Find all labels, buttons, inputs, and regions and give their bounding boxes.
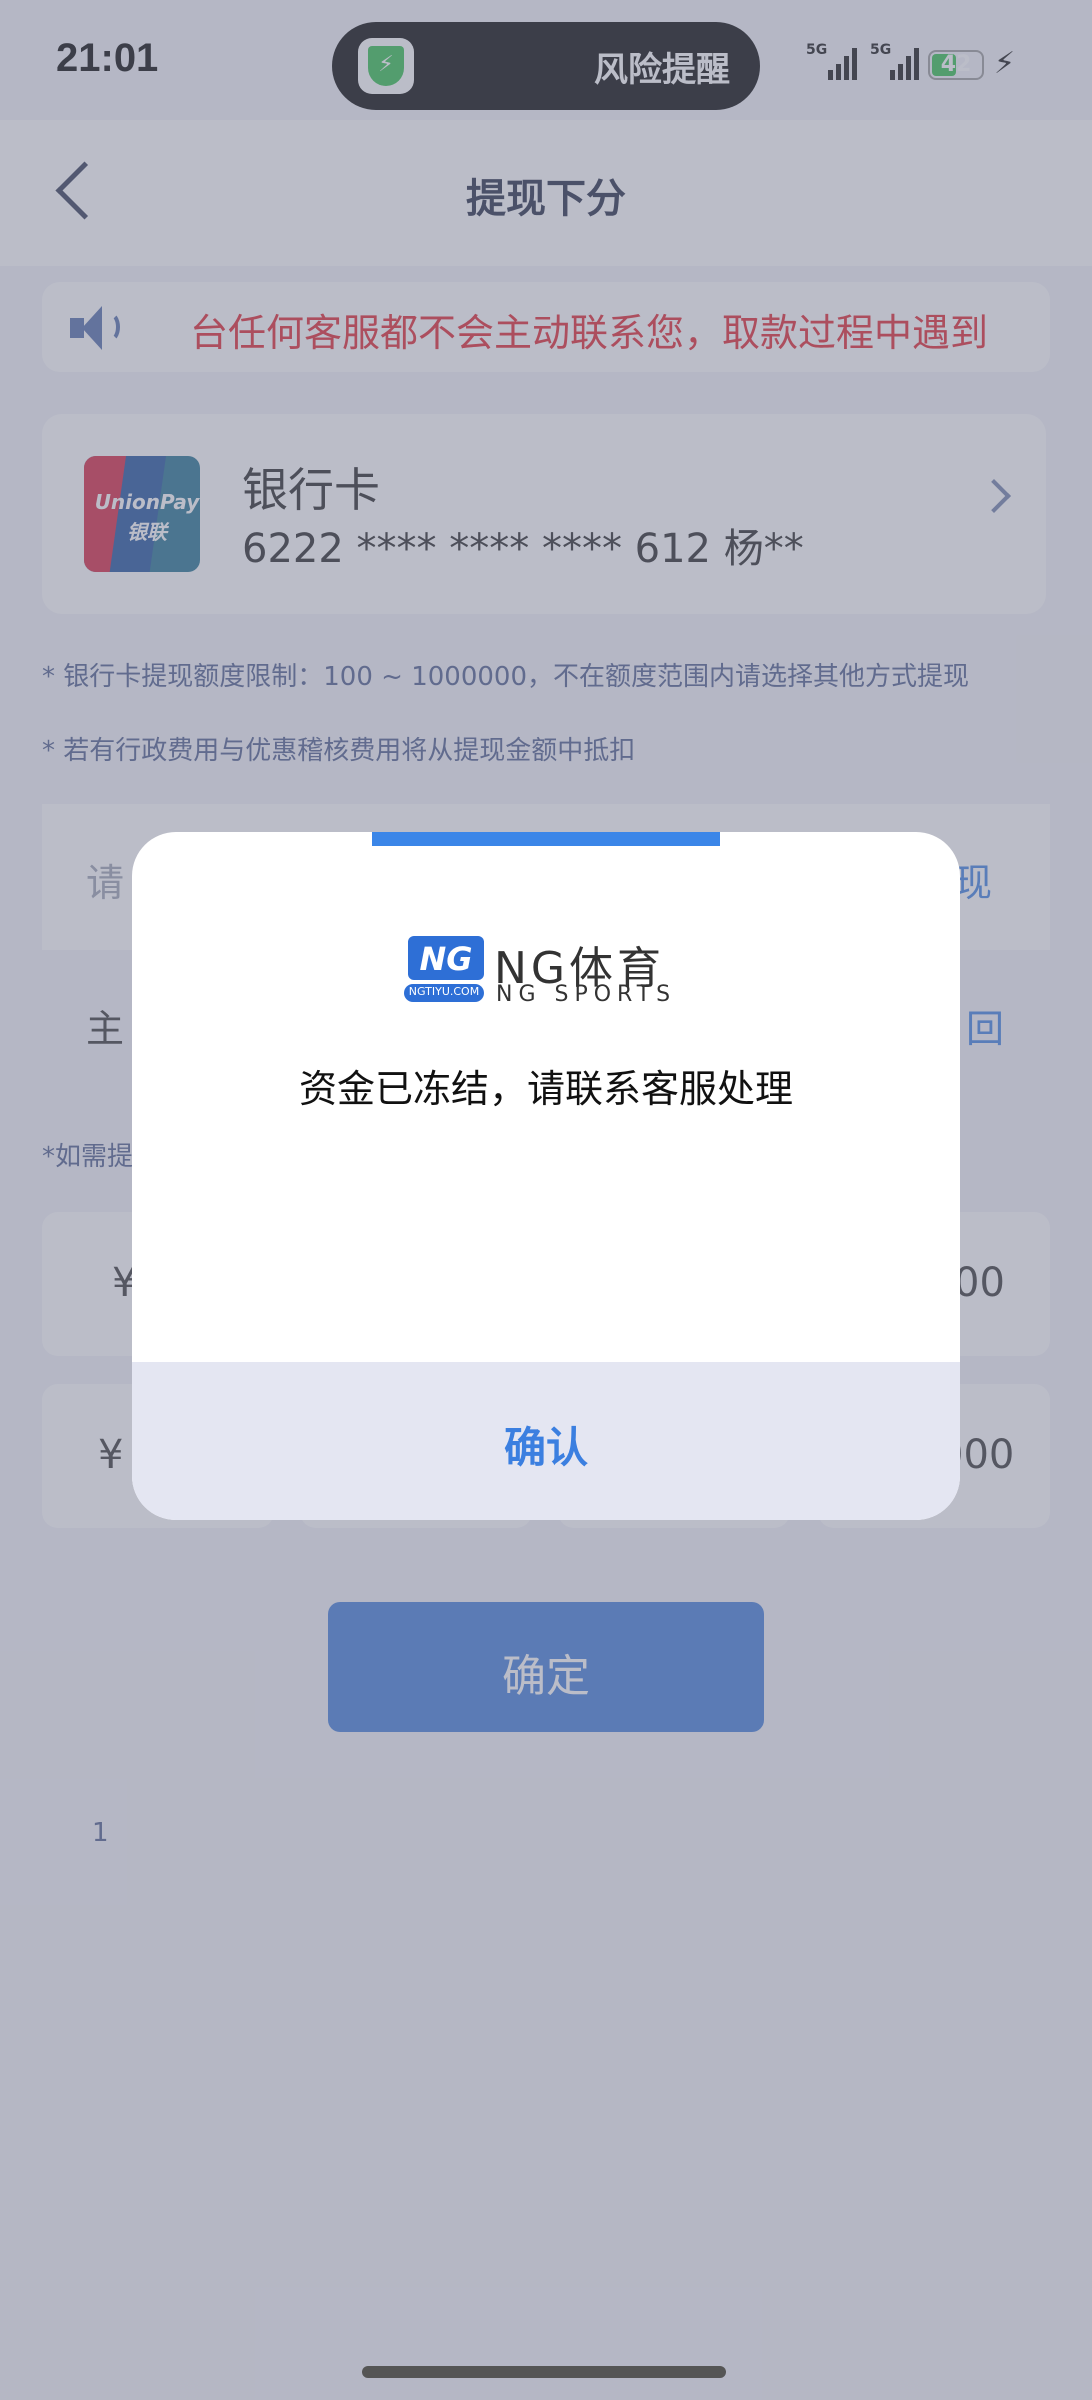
alert-dialog: NG NGTIYU.COM NG体育 NG SPORTS 资金已冻结，请联系客服… (132, 832, 960, 1520)
dialog-confirm-label: 确认 (503, 1423, 588, 1472)
brand-url: NGTIYU.COM (404, 984, 484, 1002)
ng-brand-logo: NG (408, 936, 484, 980)
dialog-accent-bar (372, 832, 720, 846)
home-indicator[interactable] (362, 2366, 726, 2378)
dialog-confirm-button[interactable]: 确认 (132, 1362, 960, 1520)
dialog-message: 资金已冻结，请联系客服处理 (298, 1067, 793, 1111)
brand-subtitle: NG SPORTS (496, 982, 677, 1007)
